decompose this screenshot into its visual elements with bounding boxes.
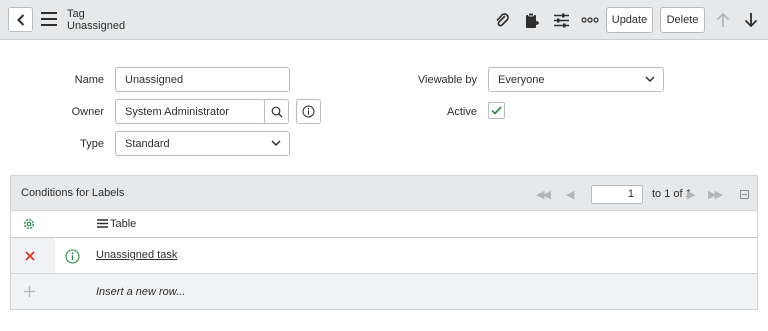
page-number-input[interactable]: 1 [591, 185, 643, 204]
attachment-icon[interactable] [492, 10, 512, 30]
name-label: Name [74, 74, 104, 86]
record-name: Unassigned [67, 20, 126, 32]
clipboard-icon[interactable] [522, 10, 542, 30]
active-checkbox[interactable] [488, 102, 505, 119]
insert-row: Insert a new row... [10, 274, 758, 310]
column-header-table[interactable]: Table [110, 218, 136, 230]
page-title: Tag Unassigned [67, 8, 125, 32]
info-icon [302, 105, 315, 118]
type-select[interactable]: Standard [115, 131, 290, 156]
type-select-value: Standard [125, 137, 170, 150]
column-header-row: Table [10, 211, 758, 238]
back-icon [16, 13, 24, 26]
back-button[interactable] [8, 7, 33, 32]
active-label: Active [447, 106, 477, 118]
related-list-header: Conditions for Labels ◀◀ ◀ 1 to 1 of 1 ▶… [10, 175, 758, 211]
search-icon [271, 106, 282, 117]
owner-info-button[interactable] [296, 99, 321, 124]
collapse-icon[interactable] [740, 190, 749, 199]
type-label: Type [80, 138, 104, 150]
column-menu-icon[interactable] [97, 219, 108, 228]
delete-row-icon[interactable] [25, 251, 35, 261]
gear-icon[interactable] [22, 217, 36, 231]
check-icon [491, 106, 502, 115]
form-header: Tag Unassigned Update Delete [0, 0, 768, 40]
owner-lookup-button[interactable] [264, 99, 289, 124]
owner-field[interactable]: System Administrator [115, 99, 265, 124]
record-type: Tag [67, 8, 85, 20]
previous-page-icon[interactable]: ◀ [566, 188, 575, 201]
arrow-up-icon[interactable] [713, 10, 733, 30]
table-row: Unassigned task [10, 238, 758, 274]
add-icon[interactable] [24, 286, 35, 297]
page-count-text: to 1 of 1 [652, 188, 692, 200]
settings-sliders-icon[interactable] [551, 10, 571, 30]
chevron-down-icon [645, 76, 655, 83]
update-button[interactable]: Update [606, 7, 653, 33]
first-page-icon[interactable]: ◀◀ [536, 188, 551, 201]
insert-new-row-input[interactable]: Insert a new row... [96, 286, 185, 298]
more-icon[interactable] [580, 10, 600, 30]
viewable-by-value: Everyone [498, 73, 545, 86]
row-link[interactable]: Unassigned task [96, 249, 177, 261]
delete-button[interactable]: Delete [660, 7, 705, 33]
next-page-icon[interactable]: ▶ [687, 188, 696, 201]
viewable-by-select[interactable]: Everyone [488, 67, 664, 92]
last-page-icon[interactable]: ▶▶ [708, 188, 723, 201]
owner-label: Owner [71, 106, 104, 118]
chevron-down-icon [271, 140, 281, 147]
info-icon[interactable] [65, 249, 80, 264]
related-list-title: Conditions for Labels [21, 187, 125, 199]
viewable-by-label: Viewable by [417, 74, 477, 86]
name-field[interactable]: Unassigned [115, 67, 290, 92]
menu-icon[interactable] [41, 12, 57, 26]
row-action-cell [11, 238, 55, 273]
arrow-down-icon[interactable] [741, 10, 761, 30]
